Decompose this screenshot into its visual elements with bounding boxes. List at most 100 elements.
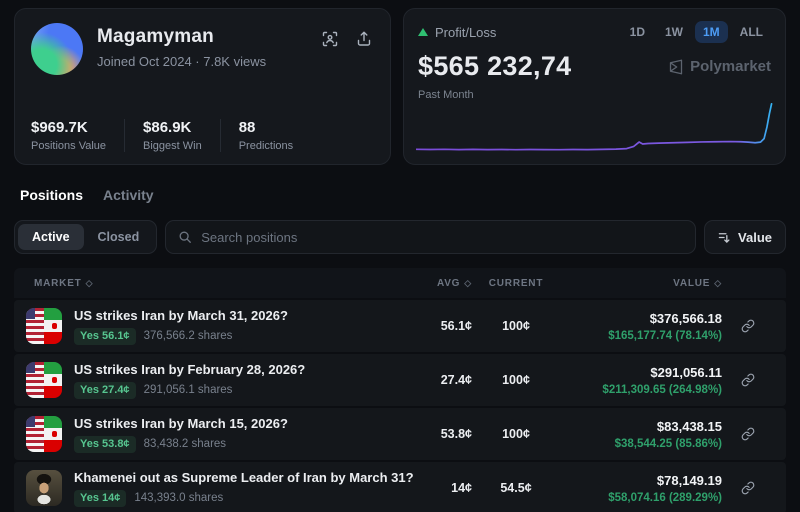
stat-label: Positions Value [31,140,106,152]
value-cell: $78,149.19 $58,074.16 (289.29%) [544,473,722,504]
link-icon[interactable] [741,427,755,441]
face-scan-icon[interactable] [320,29,340,49]
header-current-label: CURRENT [489,278,544,289]
pnl-card: Profit/Loss 1D 1W 1M ALL $565 232,74 Pol… [403,8,786,165]
position-gain: $211,309.65 (264.98%) [544,384,722,396]
tabs-row: Positions Activity [20,187,780,203]
sort-descending-icon [718,231,731,244]
search-input[interactable] [201,230,683,245]
current-price: 54.5¢ [472,481,544,495]
market-title: Khamenei out as Supreme Leader of Iran b… [74,470,414,485]
header-market[interactable]: MARKET ◇ [34,278,416,289]
khamenei-portrait-icon [26,470,62,506]
range-1d-button[interactable]: 1D [622,21,653,43]
header-current: CURRENT [472,278,544,289]
market-subline: Yes 27.4¢ 291,056.1 shares [74,382,305,399]
stat-predictions: 88 Predictions [220,119,311,152]
profile-stats: $969.7K Positions Value $86.9K Biggest W… [31,119,374,152]
stat-positions-value: $969.7K Positions Value [31,119,124,152]
profile-card: Magamyman Joined Oct 2024 · 7.8K views [14,8,391,165]
sort-icon: ◇ [714,278,722,289]
pnl-amount: $565 232,74 [418,51,571,82]
position-gain: $165,177.74 (78.14%) [544,330,722,342]
sort-icon: ◇ [86,278,94,289]
us-iran-flags-icon [26,362,62,398]
table-row[interactable]: US strikes Iran by February 28, 2026? Ye… [14,354,786,406]
position-value: $291,056.11 [544,365,722,380]
link-cell [722,319,774,333]
link-icon[interactable] [741,319,755,333]
tab-positions[interactable]: Positions [20,187,83,203]
stat-value: $969.7K [31,119,106,136]
value-cell: $83,438.15 $38,544.25 (85.86%) [544,419,722,450]
outcome-badge: Yes 14¢ [74,490,126,507]
shares-count: 83,438.2 shares [144,438,226,450]
shares-count: 291,056.1 shares [144,384,233,396]
stat-label: Predictions [239,140,293,152]
avg-price: 14¢ [416,481,472,495]
filter-closed-button[interactable]: Closed [84,224,154,250]
position-value: $78,149.19 [544,473,722,488]
sort-by-value-button[interactable]: Value [704,220,786,254]
market-text: US strikes Iran by February 28, 2026? Ye… [74,362,305,399]
triangle-up-icon [418,28,428,36]
table-header: MARKET ◇ AVG ◇ CURRENT VALUE ◇ [14,268,786,298]
stat-label: Biggest Win [143,140,202,152]
header-value[interactable]: VALUE ◇ [544,278,722,289]
stat-value: 88 [239,119,293,136]
avatar [31,23,83,75]
profile-meta: Joined Oct 2024 · 7.8K views [97,54,320,69]
pnl-title-group: Profit/Loss [418,25,496,40]
position-value: $83,438.15 [544,419,722,434]
value-cell: $376,566.18 $165,177.74 (78.14%) [544,311,722,342]
avg-price: 53.8¢ [416,427,472,441]
shares-count: 376,566.2 shares [144,330,233,342]
position-value: $376,566.18 [544,311,722,326]
table-row[interactable]: US strikes Iran by March 31, 2026? Yes 5… [14,300,786,352]
range-1m-button[interactable]: 1M [695,21,728,43]
avg-price: 27.4¢ [416,373,472,387]
current-price: 100¢ [472,373,544,387]
header-market-label: MARKET [34,278,82,289]
pnl-title: Profit/Loss [435,25,496,40]
stat-biggest-win: $86.9K Biggest Win [124,119,220,152]
polymarket-brand-label: Polymarket [690,58,771,75]
outcome-badge: Yes 56.1¢ [74,328,136,345]
share-icon[interactable] [354,29,374,49]
stat-value: $86.9K [143,119,202,136]
market-text: Khamenei out as Supreme Leader of Iran b… [74,470,414,507]
market-cell: US strikes Iran by February 28, 2026? Ye… [26,362,416,399]
controls-row: Active Closed Value [14,220,786,254]
header-avg-label: AVG [437,278,460,289]
market-cell: US strikes Iran by March 15, 2026? Yes 5… [26,416,416,453]
market-subline: Yes 56.1¢ 376,566.2 shares [74,328,288,345]
market-cell: Khamenei out as Supreme Leader of Iran b… [26,470,416,507]
link-icon[interactable] [741,373,755,387]
position-gain: $58,074.16 (289.29%) [544,492,722,504]
link-cell [722,427,774,441]
range-all-button[interactable]: ALL [732,21,771,43]
polymarket-logo-icon [668,59,684,75]
us-iran-flags-icon [26,416,62,452]
range-1w-button[interactable]: 1W [657,21,691,43]
filter-active-button[interactable]: Active [18,224,84,250]
market-subline: Yes 53.8¢ 83,438.2 shares [74,436,288,453]
table-row[interactable]: Khamenei out as Supreme Leader of Iran b… [14,462,786,512]
market-text: US strikes Iran by March 15, 2026? Yes 5… [74,416,288,453]
top-row: Magamyman Joined Oct 2024 · 7.8K views [14,8,786,165]
header-avg[interactable]: AVG ◇ [416,278,472,289]
pnl-amount-row: $565 232,74 Polymarket [418,51,771,82]
pnl-header: Profit/Loss 1D 1W 1M ALL [418,21,771,43]
current-price: 100¢ [472,319,544,333]
link-icon[interactable] [741,481,755,495]
table-row[interactable]: US strikes Iran by March 15, 2026? Yes 5… [14,408,786,460]
tab-activity[interactable]: Activity [103,187,154,203]
profile-name: Magamyman [97,26,320,48]
search-icon [178,230,192,244]
shares-count: 143,393.0 shares [134,492,223,504]
profile-info: Magamyman Joined Oct 2024 · 7.8K views [97,23,320,69]
avg-price: 56.1¢ [416,319,472,333]
market-cell: US strikes Iran by March 31, 2026? Yes 5… [26,308,416,345]
header-value-label: VALUE [673,278,710,289]
us-iran-flags-icon [26,308,62,344]
